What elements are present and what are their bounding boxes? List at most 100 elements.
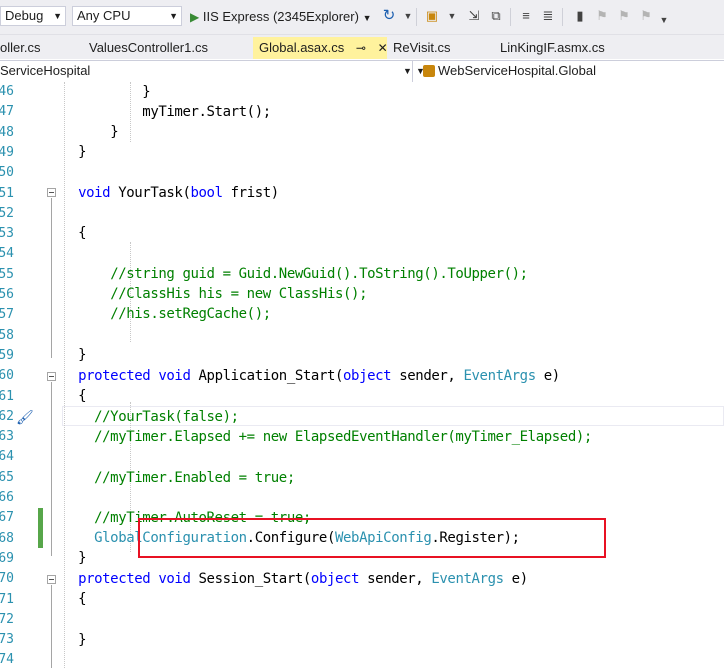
line-number: 67 — [0, 510, 14, 525]
step-over-icon[interactable]: ⧉ — [488, 8, 504, 24]
line-number: 73 — [0, 632, 14, 647]
toolbar: Debug ▼ Any CPU ▼ ▶ IIS Express (2345Exp… — [0, 0, 724, 35]
line-number: 55 — [0, 267, 14, 282]
change-indicator — [38, 508, 43, 548]
line-number: 63 — [0, 429, 14, 444]
line-73: } — [78, 632, 87, 648]
line-number: 52 — [0, 206, 14, 221]
class-dropdown[interactable]: ▼ WebServiceHospital.Global — [414, 61, 724, 82]
collapse-icon[interactable] — [47, 188, 56, 197]
play-icon: ▶ — [190, 10, 200, 24]
line-number: 66 — [0, 490, 14, 505]
line-number: 65 — [0, 470, 14, 485]
line-63: //myTimer.Elapsed += new ElapsedEventHan… — [94, 429, 592, 445]
tab-label: ReVisit.cs — [393, 40, 451, 55]
chevron-down-icon: ▼ — [403, 66, 412, 76]
line-47: myTimer.Start(); — [142, 104, 271, 120]
tab-label: Global.asax.cs — [259, 40, 345, 55]
fold-line — [51, 585, 52, 668]
chevron-down-icon: ▼ — [362, 13, 372, 23]
line-number: 68 — [0, 531, 14, 546]
tab-label: ValuesController1.cs — [89, 40, 208, 55]
line-61: { — [78, 388, 87, 404]
line-number: 61 — [0, 389, 14, 404]
line-number: 56 — [0, 287, 14, 302]
tab-oller-cs[interactable]: oller.cs — [0, 37, 74, 59]
class-name: WebServiceHospital.Global — [438, 63, 596, 78]
line-56: //ClassHis his = new ClassHis(); — [110, 286, 368, 302]
clear-bookmarks-icon[interactable]: ⚑ — [638, 8, 654, 24]
project-dropdown[interactable]: ServiceHospital ▼ — [0, 61, 413, 82]
brush-icon[interactable]: 🖌 — [16, 409, 36, 425]
annotation-highlight-box — [138, 518, 606, 558]
line-number: 60 — [0, 368, 14, 383]
tab-label: LinKingIF.asmx.cs — [500, 40, 605, 55]
solution-explorer-icon[interactable]: ▣ — [424, 8, 440, 24]
class-icon — [423, 65, 435, 77]
line-number: 62 — [0, 409, 14, 424]
line-49: } — [78, 144, 87, 160]
toolbar-separator — [562, 8, 563, 26]
line-48: } — [110, 124, 119, 140]
code-editor[interactable]: 46 47 48 49 50 51 52 53 54 55 56 57 58 59 60 61 62 63 64 65… — [0, 82, 724, 668]
line-number: 50 — [0, 165, 14, 180]
pin-icon[interactable]: ⊸ — [356, 37, 366, 59]
prev-bookmark-icon[interactable]: ⚑ — [594, 8, 610, 24]
refresh-icon[interactable]: ↻ — [381, 8, 397, 24]
step-into-icon[interactable]: ⇲ — [466, 8, 482, 24]
line-46: } — [142, 84, 151, 100]
toolbar-overflow-icon[interactable]: ▼ — [656, 12, 672, 28]
fold-line — [51, 382, 52, 556]
line-number: 58 — [0, 328, 14, 343]
line-number: 48 — [0, 125, 14, 140]
line-62: //YourTask(false); — [94, 409, 239, 425]
solution-config-combo[interactable]: Debug ▼ — [0, 6, 66, 26]
platform-value: Any CPU — [77, 8, 131, 23]
tab-global-asax-cs[interactable]: Global.asax.cs ⊸ ✕ — [253, 37, 387, 59]
line-number: 72 — [0, 612, 14, 627]
solution-config-value: Debug — [5, 8, 44, 23]
tab-valuescontroller1[interactable]: ValuesController1.cs — [89, 37, 249, 59]
line-60: protected void Application_Start(object … — [78, 368, 560, 384]
start-debug-label: IIS Express (2345Explorer) — [202, 9, 359, 24]
line-55: //string guid = Guid.NewGuid().ToString(… — [110, 266, 528, 282]
line-71: { — [78, 591, 87, 607]
line-number: 49 — [0, 145, 14, 160]
navigation-bar: ServiceHospital ▼ ▼ WebServiceHospital.G… — [0, 60, 724, 83]
start-debug-button[interactable]: ▶ IIS Express (2345Explorer) ▼ — [190, 7, 371, 27]
bookmark-icon[interactable]: ▮ — [572, 8, 588, 24]
line-number: 69 — [0, 551, 14, 566]
line-53: { — [78, 225, 87, 241]
line-57: //his.setRegCache(); — [110, 306, 271, 322]
toolbar-separator — [416, 8, 417, 26]
line-number-gutter: 46 47 48 49 50 51 52 53 54 55 56 57 58 59 60 61 62 63 64 65… — [0, 82, 36, 668]
line-number: 70 — [0, 571, 14, 586]
line-number: 59 — [0, 348, 14, 363]
line-51: void YourTask(bool frist) — [78, 185, 279, 201]
toolbar-separator — [510, 8, 511, 26]
tab-revisit-cs[interactable]: ReVisit.cs — [393, 37, 493, 59]
line-number: 54 — [0, 246, 14, 261]
uncomment-icon[interactable]: ≣ — [540, 8, 556, 24]
chevron-down-icon[interactable]: ▼ — [444, 8, 460, 24]
line-70: protected void Session_Start(object send… — [78, 571, 528, 587]
line-number: 47 — [0, 104, 14, 119]
line-number: 51 — [0, 186, 14, 201]
chevron-down-icon[interactable]: ▼ — [400, 8, 416, 24]
line-number: 46 — [0, 84, 14, 99]
line-number: 57 — [0, 307, 14, 322]
tab-linkingif-asmx-cs[interactable]: LinKingIF.asmx.cs — [500, 37, 650, 59]
project-name: ServiceHospital — [0, 63, 91, 78]
tab-label: oller.cs — [0, 40, 41, 55]
collapse-icon[interactable] — [47, 372, 56, 381]
next-bookmark-icon[interactable]: ⚑ — [616, 8, 632, 24]
document-tabs: oller.cs ValuesController1.cs Global.asa… — [0, 35, 724, 59]
close-icon[interactable]: ✕ — [378, 37, 387, 59]
line-59: } — [78, 347, 87, 363]
platform-combo[interactable]: Any CPU ▼ — [72, 6, 182, 26]
chevron-down-icon: ▼ — [53, 11, 62, 21]
comment-icon[interactable]: ≡ — [518, 8, 534, 24]
collapse-icon[interactable] — [47, 575, 56, 584]
line-65: //myTimer.Enabled = true; — [94, 470, 295, 486]
line-number: 71 — [0, 592, 14, 607]
